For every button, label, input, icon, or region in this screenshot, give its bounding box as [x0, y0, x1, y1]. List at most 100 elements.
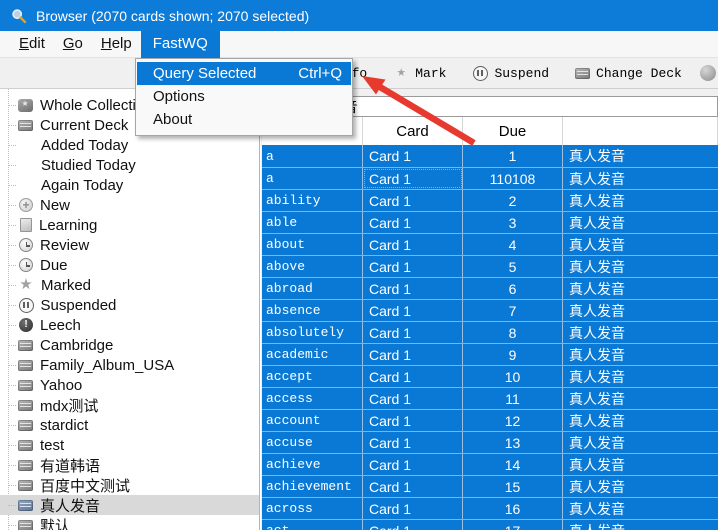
table-row[interactable]: aCard 11真人发音 [262, 145, 718, 167]
sidebar-item-真人发音[interactable]: 真人发音 [0, 495, 259, 515]
due-cell[interactable]: 6 [463, 278, 563, 299]
sidebar-item-new[interactable]: New [0, 195, 259, 215]
table-row[interactable]: actCard 117真人发音 [262, 519, 718, 530]
deck-cell[interactable]: 真人发音 [563, 278, 718, 299]
due-cell[interactable]: 11 [463, 388, 563, 409]
deck-cell[interactable]: 真人发音 [563, 234, 718, 255]
due-cell[interactable]: 14 [463, 454, 563, 475]
card-cell[interactable]: Card 1 [363, 190, 463, 211]
menubar-item-go[interactable]: Go [54, 31, 92, 58]
due-cell[interactable]: 15 [463, 476, 563, 497]
due-cell[interactable]: 4 [463, 234, 563, 255]
due-cell[interactable]: 12 [463, 410, 563, 431]
sidebar-item-yahoo[interactable]: Yahoo [0, 375, 259, 395]
deck-cell[interactable]: 真人发音 [563, 190, 718, 211]
sidebar-item-test[interactable]: test [0, 435, 259, 455]
deck-cell[interactable]: 真人发音 [563, 520, 718, 530]
table-row[interactable]: aboveCard 15真人发音 [262, 255, 718, 277]
due-cell[interactable]: 8 [463, 322, 563, 343]
sort-field-cell[interactable]: absence [262, 300, 363, 321]
due-cell[interactable]: 10 [463, 366, 563, 387]
table-row[interactable]: acceptCard 110真人发音 [262, 365, 718, 387]
due-cell[interactable]: 110108 [463, 168, 563, 189]
sort-field-cell[interactable]: about [262, 234, 363, 255]
card-cell[interactable]: Card 1 [363, 168, 463, 189]
due-cell[interactable]: 3 [463, 212, 563, 233]
sort-field-cell[interactable]: able [262, 212, 363, 233]
card-cell[interactable]: Card 1 [363, 234, 463, 255]
card-cell[interactable]: Card 1 [363, 410, 463, 431]
due-cell[interactable]: 2 [463, 190, 563, 211]
deck-cell[interactable]: 真人发音 [563, 256, 718, 277]
sort-field-cell[interactable]: access [262, 388, 363, 409]
card-cell[interactable]: Card 1 [363, 476, 463, 497]
card-cell[interactable]: Card 1 [363, 322, 463, 343]
due-cell[interactable]: 13 [463, 432, 563, 453]
deck-cell[interactable]: 真人发音 [563, 168, 718, 189]
deck-cell[interactable]: 真人发音 [563, 410, 718, 431]
deck-cell[interactable]: 真人发音 [563, 388, 718, 409]
sort-field-cell[interactable]: a [262, 168, 363, 189]
card-cell[interactable]: Card 1 [363, 432, 463, 453]
deck-cell[interactable]: 真人发音 [563, 322, 718, 343]
card-cell[interactable]: Card 1 [363, 145, 463, 167]
sort-field-cell[interactable]: accuse [262, 432, 363, 453]
sidebar-item-added-today[interactable]: Added Today [0, 135, 259, 155]
table-row[interactable]: acrossCard 116真人发音 [262, 497, 718, 519]
toolbar-button-change-deck[interactable]: Change Deck [575, 65, 682, 81]
table-row[interactable]: absolutelyCard 18真人发音 [262, 321, 718, 343]
sidebar-item-again-today[interactable]: Again Today [0, 175, 259, 195]
deck-cell[interactable]: 真人发音 [563, 366, 718, 387]
deck-cell[interactable]: 真人发音 [563, 145, 718, 167]
card-cell[interactable]: Card 1 [363, 278, 463, 299]
sidebar-item-cambridge[interactable]: Cambridge [0, 335, 259, 355]
toolbar-button-suspend[interactable]: Suspend [472, 65, 549, 81]
sidebar-item-百度中文测试[interactable]: 百度中文测试 [0, 475, 259, 495]
sort-field-cell[interactable]: achievement [262, 476, 363, 497]
table-row[interactable]: achieveCard 114真人发音 [262, 453, 718, 475]
table-row[interactable]: achievementCard 115真人发音 [262, 475, 718, 497]
sidebar-item-family-album-usa[interactable]: Family_Album_USA [0, 355, 259, 375]
sort-field-cell[interactable]: accept [262, 366, 363, 387]
title-bar[interactable]: Browser (2070 cards shown; 2070 selected… [0, 0, 718, 31]
column-header-card[interactable]: Card [363, 117, 463, 145]
sort-field-cell[interactable]: achieve [262, 454, 363, 475]
card-cell[interactable]: Card 1 [363, 366, 463, 387]
table-row[interactable]: abroadCard 16真人发音 [262, 277, 718, 299]
column-header-due[interactable]: Due [463, 117, 563, 145]
sort-field-cell[interactable]: act [262, 520, 363, 530]
menu-item-options[interactable]: Options [136, 85, 352, 108]
card-cell[interactable]: Card 1 [363, 344, 463, 365]
sort-field-cell[interactable]: above [262, 256, 363, 277]
table-row[interactable]: academicCard 19真人发音 [262, 343, 718, 365]
sidebar-item-due[interactable]: Due [0, 255, 259, 275]
deck-cell[interactable]: 真人发音 [563, 454, 718, 475]
sidebar-item-stardict[interactable]: stardict [0, 415, 259, 435]
card-cell[interactable]: Card 1 [363, 520, 463, 530]
due-cell[interactable]: 9 [463, 344, 563, 365]
column-header-deck[interactable] [563, 117, 718, 145]
deck-cell[interactable]: 真人发音 [563, 300, 718, 321]
menubar-item-help[interactable]: Help [92, 31, 141, 58]
due-cell[interactable]: 1 [463, 145, 563, 167]
sidebar-item-leech[interactable]: Leech [0, 315, 259, 335]
table-row[interactable]: accessCard 111真人发音 [262, 387, 718, 409]
deck-cell[interactable]: 真人发音 [563, 212, 718, 233]
table-row[interactable]: aCard 1110108真人发音 [262, 167, 718, 189]
card-cell[interactable]: Card 1 [363, 454, 463, 475]
sidebar-item-suspended[interactable]: Suspended [0, 295, 259, 315]
sidebar-item-mdx测试[interactable]: mdx测试 [0, 395, 259, 415]
menu-item-about[interactable]: About [136, 108, 352, 131]
sidebar-item-learning[interactable]: Learning [0, 215, 259, 235]
card-cell[interactable]: Card 1 [363, 300, 463, 321]
sidebar-item-studied-today[interactable]: Studied Today [0, 155, 259, 175]
card-cell[interactable]: Card 1 [363, 388, 463, 409]
toolbar-button-mark[interactable]: Mark [393, 65, 446, 81]
due-cell[interactable]: 17 [463, 520, 563, 530]
menu-item-query-selected[interactable]: Query SelectedCtrl+Q [137, 62, 351, 85]
deck-cell[interactable]: 真人发音 [563, 432, 718, 453]
sidebar-item-review[interactable]: Review [0, 235, 259, 255]
due-cell[interactable]: 7 [463, 300, 563, 321]
table-row[interactable]: accuseCard 113真人发音 [262, 431, 718, 453]
deck-cell[interactable]: 真人发音 [563, 476, 718, 497]
